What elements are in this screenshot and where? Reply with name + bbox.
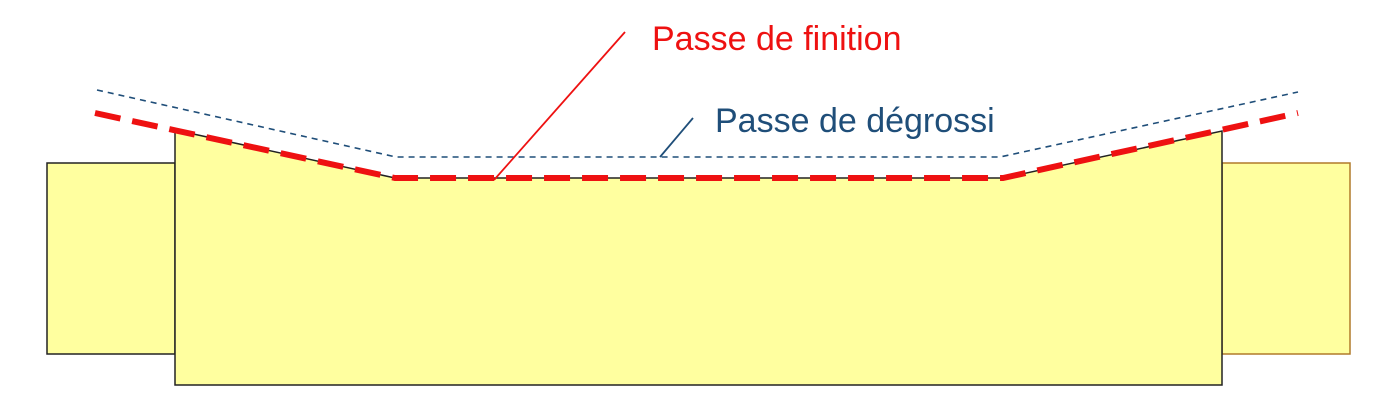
roughing-pass-line xyxy=(96,89,1299,158)
left-shaft xyxy=(46,162,176,355)
right-shaft xyxy=(1221,162,1351,355)
finishing-pass-leader xyxy=(493,31,626,181)
turning-passes-diagram: Passe de finition Passe de dégrossi xyxy=(46,20,1351,386)
roughing-pass-label: Passe de dégrossi xyxy=(715,102,995,140)
workpiece-body xyxy=(174,129,1223,386)
roughing-pass-leader xyxy=(659,117,694,158)
finishing-pass-label: Passe de finition xyxy=(652,20,902,58)
